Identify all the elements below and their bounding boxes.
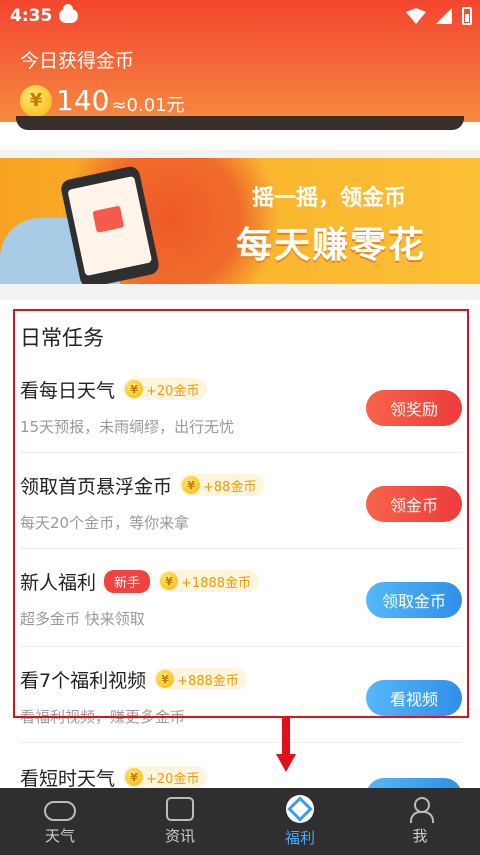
reward-tag: ¥ +20金币 <box>123 766 208 788</box>
header: 4:35 今日获得金币 ¥ 140 ≈0.01元 <box>0 0 480 122</box>
battery-icon <box>462 7 472 25</box>
nav-label: 福利 <box>284 829 315 847</box>
coin-icon: ¥ <box>125 768 144 786</box>
nav-tab-welfare[interactable]: 福利 <box>240 788 360 855</box>
coin-icon: ¥ <box>20 84 52 117</box>
banner-line1: 摇一摇，领金币 <box>252 186 407 211</box>
status-bar: 4:35 <box>0 0 480 34</box>
down-arrow-annotation <box>276 716 296 772</box>
gift-icon <box>92 205 125 233</box>
header-card-edge <box>16 116 464 130</box>
nav-tab-news[interactable]: 资讯 <box>120 788 240 855</box>
coin-amount: 140 <box>56 84 110 117</box>
cloud-icon <box>44 801 76 821</box>
header-title: 今日获得金币 <box>20 50 135 72</box>
wifi-icon <box>406 8 426 24</box>
nav-label: 资讯 <box>164 827 195 845</box>
welfare-screen: 4:35 今日获得金币 ¥ 140 ≈0.01元 摇一摇，领金币 每天赚零花 日… <box>0 0 480 855</box>
coin-approx-value: ≈0.01元 <box>111 94 185 116</box>
nav-tab-me[interactable]: 我 <box>360 788 480 855</box>
status-icons <box>406 6 472 26</box>
welfare-icon <box>286 795 314 823</box>
bottom-nav: 天气 资讯 福利 我 <box>0 788 480 855</box>
signal-icon <box>436 8 452 24</box>
divider <box>20 742 462 743</box>
person-icon <box>410 797 434 823</box>
highlight-box <box>13 309 469 718</box>
news-icon <box>166 797 194 821</box>
task-name: 看短时天气 <box>20 767 116 790</box>
nav-label: 我 <box>412 827 428 845</box>
nav-label: 天气 <box>44 827 75 845</box>
weather-status-icon <box>59 4 78 23</box>
nav-tab-weather[interactable]: 天气 <box>0 788 120 855</box>
coin-summary: ¥ 140 ≈0.01元 <box>20 84 185 117</box>
phone-screen <box>67 175 153 277</box>
status-time: 4:35 <box>10 6 53 26</box>
reward-text: +20金币 <box>146 771 200 787</box>
banner-line2: 每天赚零花 <box>236 225 427 266</box>
